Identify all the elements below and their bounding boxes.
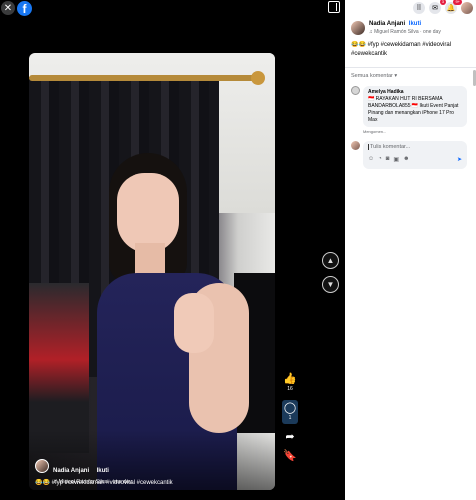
comment-icon: ◯	[283, 402, 297, 414]
video-curtain-rod	[29, 75, 259, 81]
comment-time: Mengomen...	[363, 129, 387, 134]
video-follow-button[interactable]: Ikuti	[97, 468, 109, 474]
avatar	[351, 141, 360, 150]
share-icon[interactable]: ➦	[285, 432, 294, 443]
like-count: 16	[287, 386, 293, 392]
comment-bubble: Amelya Hadika 🇮🇩 RAYAKAN HUT RI BERSAMA …	[363, 86, 467, 127]
sticker-icon[interactable]: ☺	[368, 156, 374, 163]
avatar[interactable]	[351, 21, 365, 35]
avatar[interactable]	[35, 459, 49, 473]
comment-action[interactable]: ◯ 1	[282, 400, 298, 424]
video-author-name[interactable]: Nadia Anjani	[53, 468, 89, 474]
emoji-icon[interactable]: ◔	[378, 156, 382, 163]
thumbs-up-icon[interactable]: 👍	[283, 374, 297, 385]
post-header: Nadia Anjani Ikuti ♫ Miguel Ramón Silva …	[345, 16, 476, 35]
comment-text: 🇮🇩 RAYAKAN HUT RI BERSAMA BANDARBOLA855 …	[368, 96, 459, 123]
comment-input[interactable]: Tulis komentar... ☺ ◔ ◙ ▣ ☻ ➤	[363, 141, 467, 169]
comment-count: 1	[288, 415, 292, 421]
panel-topbar: ⠿ ✉ 3 🔔 9+	[345, 0, 476, 16]
post-audio-info[interactable]: ♫ Miguel Ramón Silva · one day	[369, 29, 441, 35]
collapse-panel-icon[interactable]	[328, 1, 340, 13]
comment-input-placeholder[interactable]: Tulis komentar...	[368, 144, 462, 150]
profile-avatar[interactable]	[461, 2, 473, 14]
comments-panel: ⠿ ✉ 3 🔔 9+ Nadia Anjani Ikuti ♫ Miguel Ram…	[345, 0, 476, 500]
save-action[interactable]: 🔖	[283, 451, 297, 462]
like-action[interactable]: 👍 16	[283, 374, 297, 393]
share-action[interactable]: ➦	[285, 432, 294, 443]
menu-grid-icon[interactable]: ⠿	[413, 2, 425, 14]
viewer-topbar: ✕ f	[0, 0, 32, 16]
post-caption: 😂😂 #fyp #cewekidaman #videoviral #cewekc…	[345, 35, 476, 59]
action-rail: 👍 16 ◯ 1 ➦ 🔖	[281, 374, 299, 470]
video-viewer: ✕ f Nadia Anjani Ikuti ♫ Miguel Ramón Si…	[0, 0, 345, 500]
video-caption: 😂😂 #fyp #cewekidaman #videoviral #cewekc…	[35, 480, 173, 486]
comment-button[interactable]: ◯ 1	[282, 400, 298, 424]
post-follow-button[interactable]: Ikuti	[409, 21, 421, 27]
comment-composer: Tulis komentar... ☺ ◔ ◙ ▣ ☻ ➤	[345, 141, 476, 169]
post-author-name[interactable]: Nadia Anjani	[369, 21, 405, 27]
camera-icon[interactable]: ◙	[386, 156, 390, 163]
send-icon[interactable]: ➤	[457, 156, 462, 163]
post-caption-line: 😂😂 #fyp #cewekidaman #videoviral	[351, 42, 451, 48]
person-face	[117, 173, 179, 253]
post-author-meta: Nadia Anjani Ikuti ♫ Miguel Ramón Silva …	[369, 21, 441, 35]
gif-icon[interactable]: ▣	[393, 156, 399, 163]
bell-icon[interactable]: 🔔 9+	[445, 0, 462, 14]
comment-author[interactable]: Amelya Hadika	[368, 89, 462, 95]
composer-tools: ☺ ◔ ◙ ▣ ☻ ➤	[368, 156, 462, 163]
person-hand	[174, 293, 214, 353]
bookmark-icon[interactable]: 🔖	[283, 451, 297, 462]
post-caption-line: #cewekcantik	[351, 51, 388, 57]
previous-video-button[interactable]: ▲	[322, 252, 339, 269]
avatar[interactable]	[351, 86, 360, 95]
video-rod-end	[251, 71, 265, 85]
avatar-sticker-icon[interactable]: ☻	[403, 156, 409, 163]
reel-video[interactable]: Nadia Anjani Ikuti ♫ Miguel Ramón Silva …	[29, 53, 275, 490]
comment-sort-dropdown[interactable]: Semua komentar ▾	[345, 68, 476, 84]
messenger-icon[interactable]: ✉ 3	[429, 0, 446, 14]
close-icon[interactable]: ✕	[1, 1, 15, 15]
next-video-button[interactable]: ▼	[322, 276, 339, 293]
facebook-logo[interactable]: f	[17, 0, 32, 16]
comment-item: Amelya Hadika 🇮🇩 RAYAKAN HUT RI BERSAMA …	[345, 86, 476, 127]
